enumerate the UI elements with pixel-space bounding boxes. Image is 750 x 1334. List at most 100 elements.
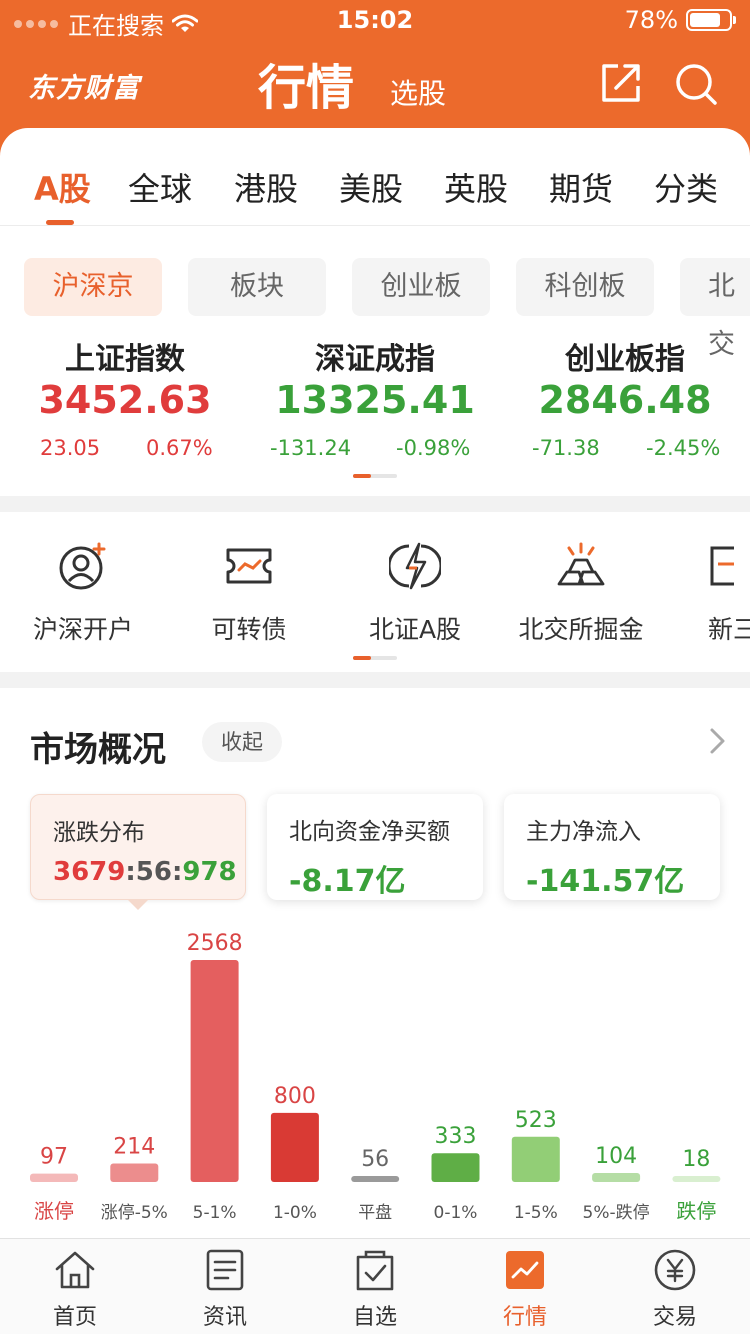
tab-hk[interactable]: 港股 [234, 164, 298, 210]
quick-convertible-bonds[interactable]: 可转债 [166, 540, 332, 646]
bar-value-label: 18 [682, 1147, 710, 1172]
main-tabs: A股 全球 港股 美股 英股 期货 分类 [0, 150, 750, 226]
index-change: 23.05 [40, 436, 101, 460]
subtab-hu-shen-jing[interactable]: 沪深京 [24, 258, 162, 316]
ratio-separator: : [171, 857, 183, 887]
subtab-sectors[interactable]: 板块 [188, 258, 326, 316]
bar-value-label: 523 [515, 1108, 557, 1133]
northbound-value: -8.17亿 [289, 864, 406, 899]
quick-entry-card: 沪深开户 可转债 北证A股 北交所掘金 新三 [0, 512, 750, 672]
bar-category-label: 0-1% [434, 1203, 478, 1223]
index-name: 上证指数 [65, 342, 185, 377]
bar-category-label: 涨停 [34, 1199, 74, 1223]
index-change-pct: 0.67% [146, 436, 213, 460]
quick-new-third-board[interactable]: 新三 [664, 540, 750, 646]
quick-open-account[interactable]: 沪深开户 [0, 540, 166, 646]
nav-label: 交易 [652, 1305, 697, 1330]
nav-home[interactable]: 首页 [15, 1247, 135, 1331]
nav-label: 资讯 [202, 1305, 247, 1330]
ratio-separator: : [125, 857, 136, 887]
fall-count: 978 [182, 857, 237, 887]
bar-value-label: 214 [113, 1135, 155, 1160]
main-flow-label: 主力净流入 [526, 819, 641, 845]
nav-label: 行情 [502, 1305, 547, 1330]
nav-watchlist[interactable]: 自选 [315, 1247, 435, 1331]
subtab-chinext[interactable]: 创业板 [352, 258, 490, 316]
index-value: 3452.63 [38, 378, 212, 422]
distribution-pointer [128, 900, 148, 910]
lightning-globe-icon [389, 542, 441, 590]
index-pager [353, 474, 397, 478]
index-shenzhen[interactable]: 深证成指 13325.41 -131.24 -0.98% [250, 334, 500, 470]
quick-label: 北交所掘金 [518, 615, 644, 644]
index-value: 13325.41 [275, 378, 475, 422]
brand-logo: 东方财富 [28, 73, 140, 104]
tab-category[interactable]: 分类 [654, 164, 718, 210]
index-change: -131.24 [270, 436, 352, 460]
northbound-box[interactable]: 北向资金净买额 -8.17亿 [267, 794, 483, 900]
index-value: 2846.48 [538, 378, 712, 422]
tab-a-shares[interactable]: A股 [34, 164, 91, 210]
nav-label: 首页 [52, 1305, 97, 1330]
bar-value-label: 97 [40, 1145, 68, 1170]
northbound-label: 北向资金净买额 [289, 819, 450, 845]
watchlist-icon [356, 1250, 394, 1291]
user-plus-icon [59, 542, 106, 590]
tab-us[interactable]: 美股 [339, 164, 403, 210]
index-chinext[interactable]: 创业板指 2846.48 -71.38 -2.45% [500, 334, 750, 470]
nav-news[interactable]: 资讯 [165, 1247, 285, 1331]
bar-value-label: 800 [274, 1084, 316, 1109]
market-overview-card: 市场概况 收起 涨跌分布 3679:56:978 北向资金净买额 -8.17亿 … [0, 688, 750, 1238]
active-tab-indicator [46, 220, 74, 225]
rise-count: 3679 [53, 857, 126, 887]
bar-category-label: 平盘 [358, 1203, 392, 1223]
distribution-label: 涨跌分布 [53, 820, 145, 846]
board-icon [710, 546, 734, 586]
distribution-bar [270, 1112, 319, 1182]
subtab-star-market[interactable]: 科创板 [516, 258, 654, 316]
bottom-nav: 首页 资讯 自选 行情 交易 [0, 1238, 750, 1334]
market-chart-icon [506, 1251, 544, 1289]
page-title[interactable]: 行情 [258, 48, 354, 118]
tab-uk[interactable]: 英股 [444, 164, 508, 210]
status-bar: 正在搜索 15:02 78% [0, 0, 750, 42]
quick-bse-a-shares[interactable]: 北证A股 [332, 540, 498, 646]
battery-icon [686, 9, 736, 31]
search-icon[interactable] [674, 62, 718, 106]
bar-value-label: 333 [435, 1124, 477, 1149]
collapse-button[interactable]: 收起 [202, 722, 282, 762]
nav-market[interactable]: 行情 [465, 1247, 585, 1331]
flat-count: 56 [135, 857, 172, 887]
market-overview-title: 市场概况 [30, 730, 166, 770]
quick-label: 北证A股 [368, 615, 462, 644]
distribution-bar [190, 960, 239, 1182]
distribution-chart: 97 涨停 214 涨停-5% 2568 5-1% 800 1-0% 56 平盘 333 0-1% 52… [30, 931, 721, 1223]
tab-futures[interactable]: 期货 [549, 164, 613, 210]
share-icon[interactable] [600, 62, 642, 104]
bond-ticket-icon [226, 548, 272, 584]
bar-category-label: 5-1% [193, 1203, 237, 1223]
bar-category-label: 1-5% [514, 1203, 558, 1223]
quick-bse-gold[interactable]: 北交所掘金 [498, 540, 664, 646]
distribution-bar [110, 1163, 159, 1182]
yen-trade-icon [654, 1249, 696, 1291]
index-shanghai[interactable]: 上证指数 3452.63 23.05 0.67% [0, 334, 250, 470]
main-flow-box[interactable]: 主力净流入 -141.57亿 [504, 794, 720, 900]
quick-label: 沪深开户 [32, 615, 133, 644]
quick-entry-pager [353, 656, 397, 660]
distribution-box[interactable]: 涨跌分布 3679:56:978 [30, 794, 246, 900]
quick-label: 新三 [708, 615, 750, 644]
battery-percent: 78% [624, 6, 678, 34]
distribution-bar [351, 1176, 400, 1182]
subtab-bse[interactable]: 北交 [680, 258, 750, 360]
news-icon [206, 1249, 244, 1291]
nav-trade[interactable]: 交易 [615, 1247, 735, 1331]
chevron-right-icon[interactable] [706, 726, 730, 756]
bar-value-label: 2568 [187, 931, 243, 956]
stock-picker-tab[interactable]: 选股 [390, 72, 446, 112]
bar-category-label: 涨停-5% [101, 1203, 168, 1223]
index-change-pct: -2.45% [646, 436, 721, 460]
home-icon [55, 1251, 95, 1289]
quick-label: 可转债 [211, 615, 287, 644]
tab-global[interactable]: 全球 [128, 164, 192, 210]
